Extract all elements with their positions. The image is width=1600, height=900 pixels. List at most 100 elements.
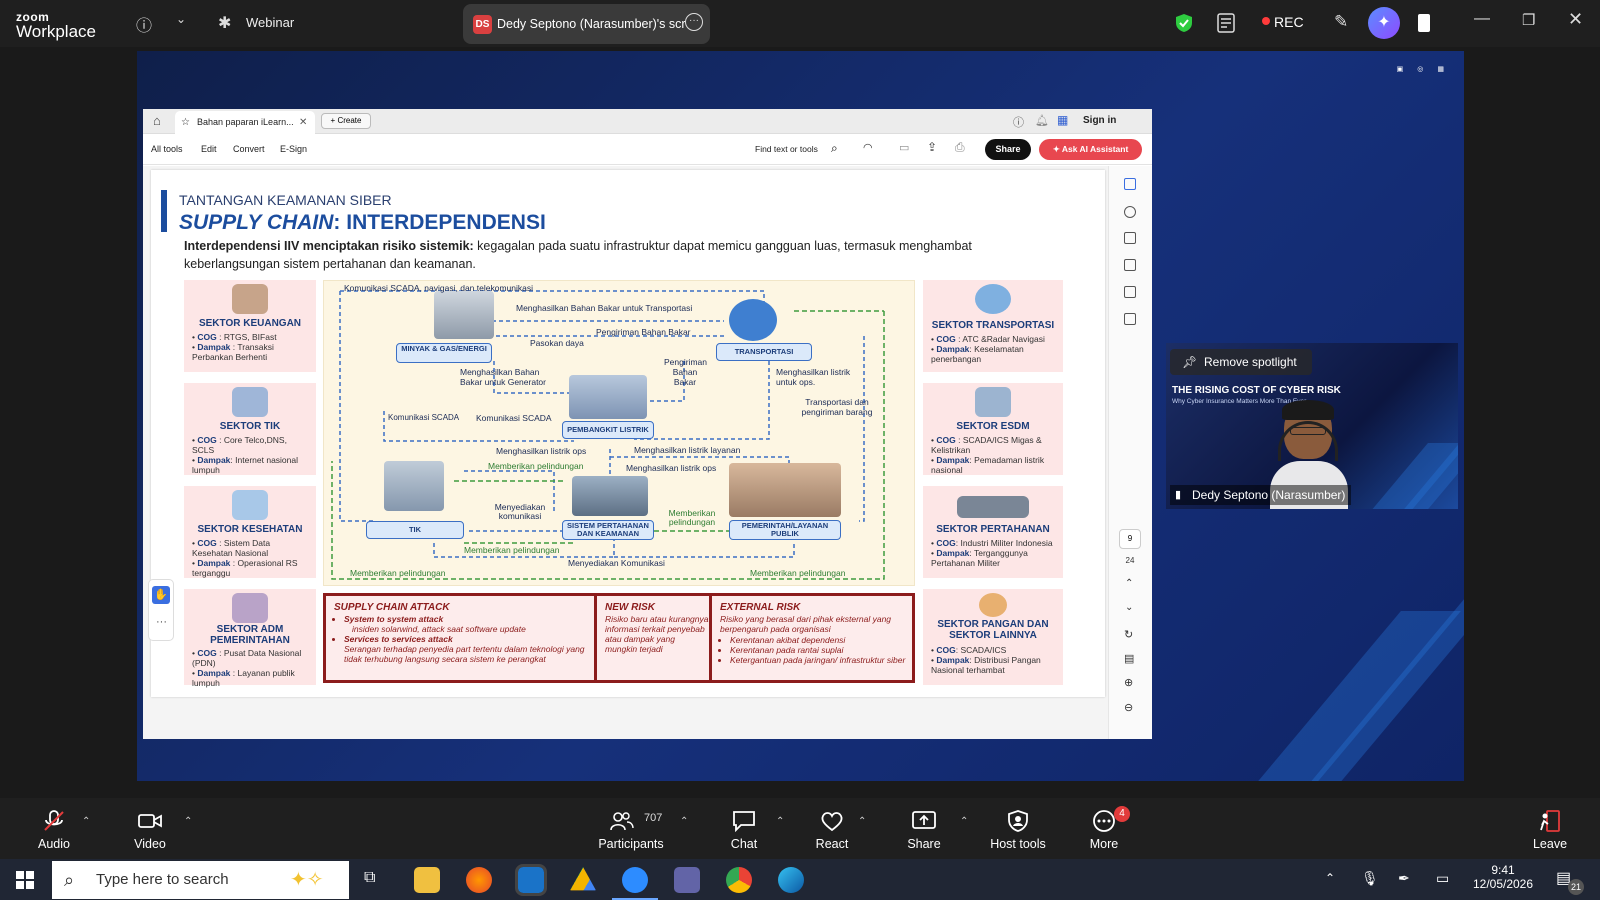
task-view-icon[interactable]: ⧉ <box>364 869 375 887</box>
host-shield-icon <box>1008 810 1028 832</box>
audio-options-caret[interactable]: ⌃ <box>82 816 90 827</box>
pen-tray-icon[interactable]: ✒︎ <box>1398 870 1410 887</box>
search-icon[interactable]: ⌕ <box>831 141 838 156</box>
share-title: Dedy Septono (Narasumber)'s scr <box>497 17 686 31</box>
annotate-icon[interactable]: ✎ <box>1334 12 1348 32</box>
spotlight-video[interactable]: 📌︎ Remove spotlight THE RISING COST OF C… <box>1166 343 1458 509</box>
diagram-label: Memberikan pelindungan <box>350 568 446 578</box>
document-tab[interactable]: ☆ Bahan paparan iLearn... ✕ <box>175 111 315 134</box>
ai-companion-icon[interactable]: ✦ <box>1368 7 1400 39</box>
page-number-field[interactable]: 9 <box>1119 529 1141 549</box>
lock-icon[interactable] <box>1124 286 1136 298</box>
info-icon[interactable]: ⓘ <box>136 12 152 36</box>
apps-icon[interactable] <box>1418 14 1430 32</box>
more-button[interactable]: 4 More <box>1064 798 1144 859</box>
pdf-viewer-window: ⌂ ☆ Bahan paparan iLearn... ✕ + Create ⓘ… <box>143 109 1152 739</box>
mic-tray-icon[interactable]: 🎙︎ <box>1361 870 1379 887</box>
clock[interactable]: 9:41 12/05/2026 <box>1468 863 1538 891</box>
viewer-toolbar: All tools Edit Convert E-Sign Find text … <box>143 135 1152 165</box>
restore-icon[interactable]: ❐ <box>1522 11 1535 29</box>
tray-chevron-icon[interactable]: ⌃ <box>1325 871 1335 885</box>
close-icon[interactable]: ✕ <box>1568 9 1583 30</box>
host-tools-button[interactable]: Host tools <box>978 798 1058 859</box>
risk-supply-chain: SUPPLY CHAIN ATTACK System to system att… <box>326 596 594 680</box>
notification-count: 21 <box>1568 879 1584 895</box>
video-options-caret[interactable]: ⌃ <box>184 816 192 827</box>
page-up-icon[interactable]: ⌃ <box>1125 578 1133 589</box>
file-explorer-icon[interactable] <box>414 867 440 893</box>
share-button[interactable]: Share <box>985 139 1031 160</box>
refresh-icon[interactable]: ↻ <box>1124 628 1133 641</box>
print-icon[interactable]: ⎙ <box>955 140 965 155</box>
more-options-icon[interactable]: ··· <box>685 13 703 31</box>
chrome-icon[interactable] <box>726 867 752 893</box>
teams-icon[interactable] <box>674 867 700 893</box>
edge-icon[interactable] <box>778 867 804 893</box>
display-tray-icon[interactable]: ▭ <box>1436 870 1449 887</box>
upload-icon[interactable]: ⇪ <box>927 140 937 154</box>
viewer-tab-bar: ⌂ ☆ Bahan paparan iLearn... ✕ + Create ⓘ… <box>143 109 1152 134</box>
save-icon[interactable]: ▭ <box>899 141 909 154</box>
transcript-icon[interactable] <box>1217 13 1235 33</box>
microphone-muted-icon <box>44 810 64 831</box>
react-button[interactable]: React <box>792 798 872 859</box>
video-button[interactable]: Video <box>110 798 190 859</box>
headphones-icon[interactable]: ◠ <box>863 141 873 154</box>
minimize-icon[interactable]: — <box>1474 10 1490 28</box>
title-accent-bar <box>161 190 167 232</box>
react-caret[interactable]: ⌃ <box>858 816 866 827</box>
zoom-logo-bottom: Workplace <box>16 22 96 41</box>
menu-convert[interactable]: Convert <box>233 144 265 154</box>
share-caret[interactable]: ⌃ <box>960 816 968 827</box>
zoom-app-icon[interactable] <box>622 867 648 893</box>
outlook-icon[interactable] <box>515 864 547 896</box>
star-icon[interactable]: ☆ <box>181 111 190 134</box>
hand-tool-icon[interactable]: ✋ <box>152 586 170 604</box>
zoom-in-icon[interactable]: ⊕ <box>1124 676 1133 689</box>
share-screen-button[interactable]: Share <box>884 798 964 859</box>
node-pembangkit: PEMBANGKIT LISTRIK <box>562 421 654 439</box>
chevron-down-icon[interactable]: ⌄ <box>176 12 186 26</box>
participants-caret[interactable]: ⌃ <box>680 816 688 827</box>
sector-transportasi: SEKTOR TRANSPORTASI • COG : ATC &Radar N… <box>923 280 1063 372</box>
sector-name: SEKTOR ESDM <box>956 421 1030 432</box>
menu-esign[interactable]: E-Sign <box>280 144 307 154</box>
chat-caret[interactable]: ⌃ <box>776 816 784 827</box>
google-drive-icon[interactable] <box>570 867 596 891</box>
risk-external: EXTERNAL RISK Risiko yang berasal dari p… <box>712 596 912 680</box>
remove-spotlight-button[interactable]: 📌︎ Remove spotlight <box>1170 349 1312 375</box>
screen-share-indicator[interactable]: DS Dedy Septono (Narasumber)'s scr ··· <box>463 4 710 44</box>
pages-icon[interactable] <box>1124 259 1136 271</box>
stamp-icon[interactable] <box>1124 206 1136 218</box>
help-icon[interactable]: ⓘ <box>1013 114 1024 130</box>
zoom-out-icon[interactable]: ⊖ <box>1124 701 1133 714</box>
public-service-icon <box>729 463 841 517</box>
page-down-icon[interactable]: ⌄ <box>1125 602 1133 613</box>
sign-in-link[interactable]: Sign in <box>1083 115 1116 126</box>
more-tools-icon[interactable]: ··· <box>156 616 167 628</box>
bookmark-icon[interactable] <box>1124 232 1136 244</box>
document-icon[interactable]: ▤ <box>1124 652 1134 665</box>
slide-lead-text: Interdependensi IIV menciptakan risiko s… <box>184 239 972 271</box>
comment-icon[interactable] <box>1124 178 1136 190</box>
webinar-banner-title: THE RISING COST OF CYBER RISK <box>1172 385 1341 396</box>
bell-icon[interactable]: 🔔︎ <box>1035 114 1049 127</box>
windows-start-icon[interactable] <box>16 871 34 889</box>
menu-edit[interactable]: Edit <box>201 144 217 154</box>
heart-icon <box>821 812 843 832</box>
chat-button[interactable]: Chat <box>704 798 784 859</box>
taskbar-search[interactable]: ⌕ Type here to search ✦✧ <box>52 861 349 899</box>
participants-button[interactable]: 707 Participants <box>590 798 670 859</box>
home-icon[interactable]: ⌂ <box>153 113 161 128</box>
create-button[interactable]: + Create <box>321 113 371 129</box>
firefox-icon[interactable] <box>466 867 492 893</box>
protect-icon[interactable] <box>1124 313 1136 325</box>
leave-button[interactable]: Leave <box>1510 798 1590 859</box>
apps-grid-icon[interactable]: ▦ <box>1057 113 1068 127</box>
menu-all-tools[interactable]: All tools <box>151 144 183 154</box>
tab-close-icon[interactable]: ✕ <box>299 111 307 134</box>
audio-button[interactable]: Audio <box>14 798 94 859</box>
ask-ai-button[interactable]: ✦ Ask AI Assistant <box>1039 139 1142 160</box>
find-text-field[interactable]: Find text or tools <box>755 144 818 154</box>
meeting-stage: ▣ ◎ ▦ ⌂ ☆ Bahan paparan iLearn... ✕ + Crea… <box>0 47 1600 798</box>
